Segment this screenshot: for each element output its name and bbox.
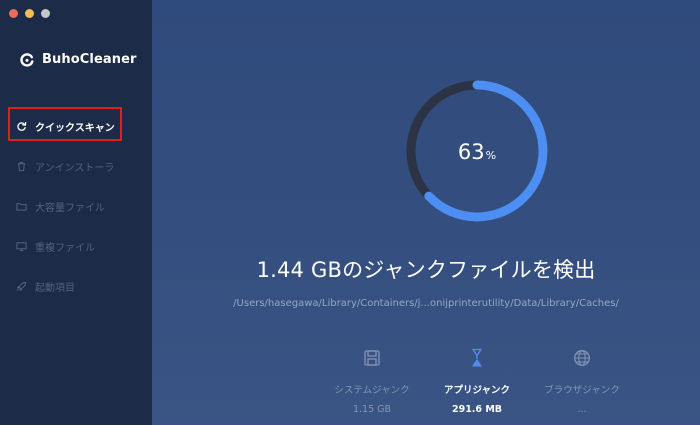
category-size: 291.6 MB [451, 404, 503, 415]
category-size: ... [577, 404, 587, 415]
app-icon [468, 348, 486, 368]
scan-result-headline: 1.44 GBのジャンクファイルを検出 [256, 258, 596, 282]
window-controls [9, 9, 50, 18]
category-name: アプリジャンク [443, 385, 511, 396]
monitor-icon [16, 241, 27, 252]
brand: BuhoCleaner [20, 52, 137, 67]
globe-icon [573, 348, 591, 368]
sidebar-item-uninstaller[interactable]: アンインストーラ [0, 146, 152, 186]
brand-name: BuhoCleaner [42, 52, 137, 67]
folder-icon [16, 201, 27, 212]
sidebar-nav: クイックスキャン アンインストーラ 大容量ファイル 重複ファイル 起動項目 [0, 106, 152, 306]
app-window: BuhoCleaner クイックスキャン アンインストーラ 大容量ファイル 重複… [0, 0, 700, 425]
category-name: ブラウザジャンク [544, 385, 620, 396]
sidebar-item-startup-items[interactable]: 起動項目 [0, 266, 152, 306]
sidebar-item-label: アンインストーラ [35, 162, 115, 174]
current-scan-path: /Users/hasegawa/Library/Containers/j...o… [233, 298, 619, 309]
progress-percent: 63 [457, 140, 485, 164]
sidebar-item-large-files[interactable]: 大容量ファイル [0, 186, 152, 226]
sidebar-item-label: 起動項目 [35, 282, 75, 294]
close-window-button[interactable] [9, 9, 18, 18]
category-system-junk[interactable]: システムジャンク 1.15 GB [322, 348, 422, 415]
sidebar-item-label: 重複ファイル [35, 242, 95, 254]
minimize-window-button[interactable] [25, 9, 34, 18]
category-app-junk[interactable]: アプリジャンク 291.6 MB [427, 348, 527, 415]
rocket-icon [16, 281, 27, 292]
sidebar-item-label: 大容量ファイル [35, 202, 105, 214]
trash-icon [16, 161, 27, 172]
category-browser-junk[interactable]: ブラウザジャンク ... [532, 348, 632, 415]
category-size: 1.15 GB [352, 404, 392, 415]
buho-logo-icon [20, 52, 34, 67]
sidebar-item-quick-scan[interactable]: クイックスキャン [0, 106, 152, 146]
progress-unit: % [485, 149, 497, 162]
sidebar: BuhoCleaner クイックスキャン アンインストーラ 大容量ファイル 重複… [0, 0, 152, 425]
progress-readout: 63% [402, 140, 552, 164]
disk-icon [363, 348, 381, 368]
category-name: システムジャンク [334, 385, 410, 396]
sidebar-item-duplicate-files[interactable]: 重複ファイル [0, 226, 152, 266]
sidebar-item-label: クイックスキャン [35, 122, 115, 134]
scan-panel: 63% 1.44 GBのジャンクファイルを検出 /Users/hasegawa/… [152, 0, 700, 425]
refresh-icon [16, 121, 27, 132]
junk-categories: システムジャンク 1.15 GB アプリジャンク 291.6 MB ブラウザジャ… [322, 348, 632, 415]
zoom-window-button[interactable] [41, 9, 50, 18]
